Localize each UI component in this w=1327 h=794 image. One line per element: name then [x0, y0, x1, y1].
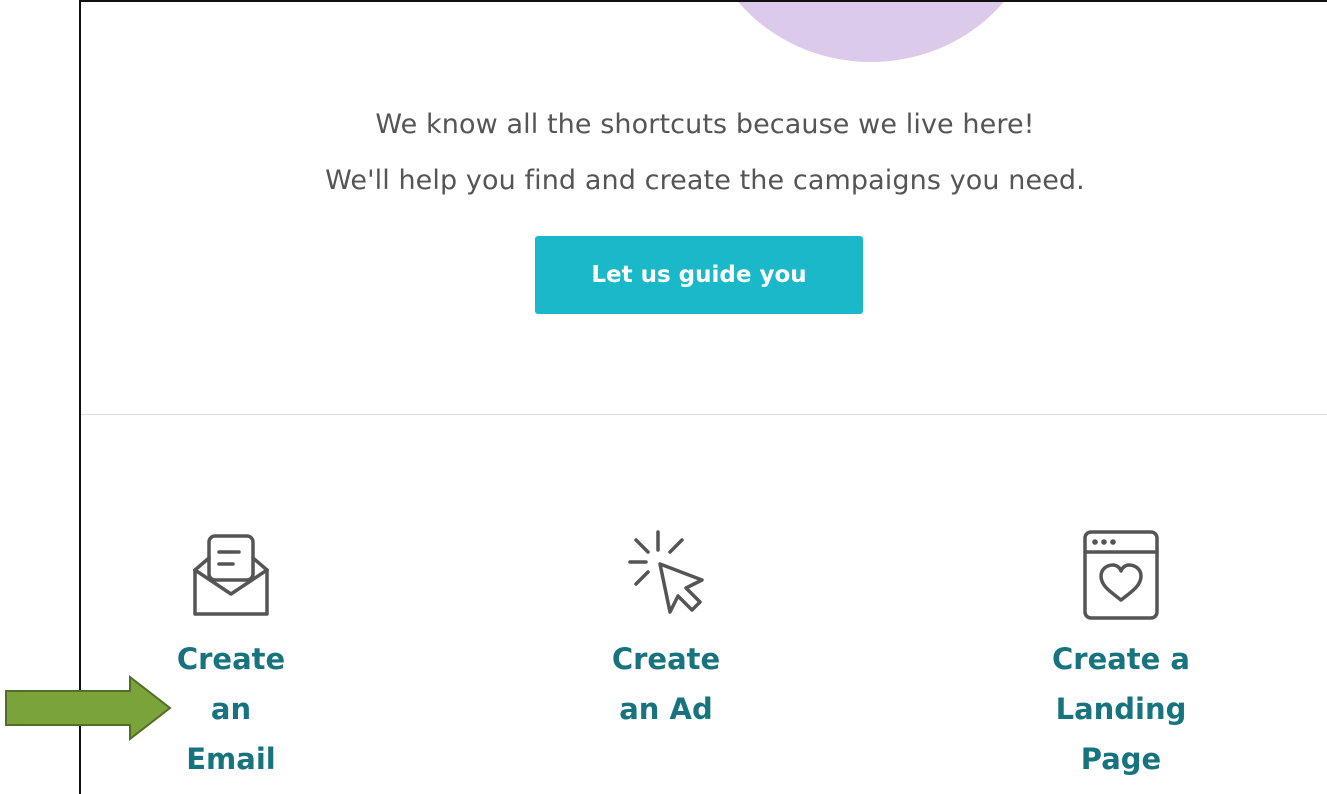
section-divider	[81, 414, 1327, 415]
decorative-circle	[701, 2, 1041, 62]
browser-heart-icon	[1083, 530, 1159, 620]
let-us-guide-you-button[interactable]: Let us guide you	[535, 236, 863, 314]
create-landing-page-label[interactable]: Create a Landing Page	[1036, 634, 1206, 784]
create-landing-page-option[interactable]: Create a Landing Page	[1036, 522, 1206, 784]
campaign-panel: We know all the shortcuts because we liv…	[79, 0, 1327, 794]
create-email-option[interactable]: Create an Email	[151, 522, 311, 784]
create-ad-label[interactable]: Create an Ad	[586, 634, 746, 734]
intro-line-1: We know all the shortcuts because we liv…	[375, 109, 1035, 140]
pointer-arrow-icon	[5, 674, 172, 742]
cursor-click-icon	[628, 530, 704, 614]
create-ad-option[interactable]: Create an Ad	[586, 522, 746, 734]
create-email-label[interactable]: Create an Email	[161, 634, 301, 784]
intro-line-2: We'll help you find and create the campa…	[325, 165, 1085, 196]
open-envelope-icon	[193, 534, 269, 616]
